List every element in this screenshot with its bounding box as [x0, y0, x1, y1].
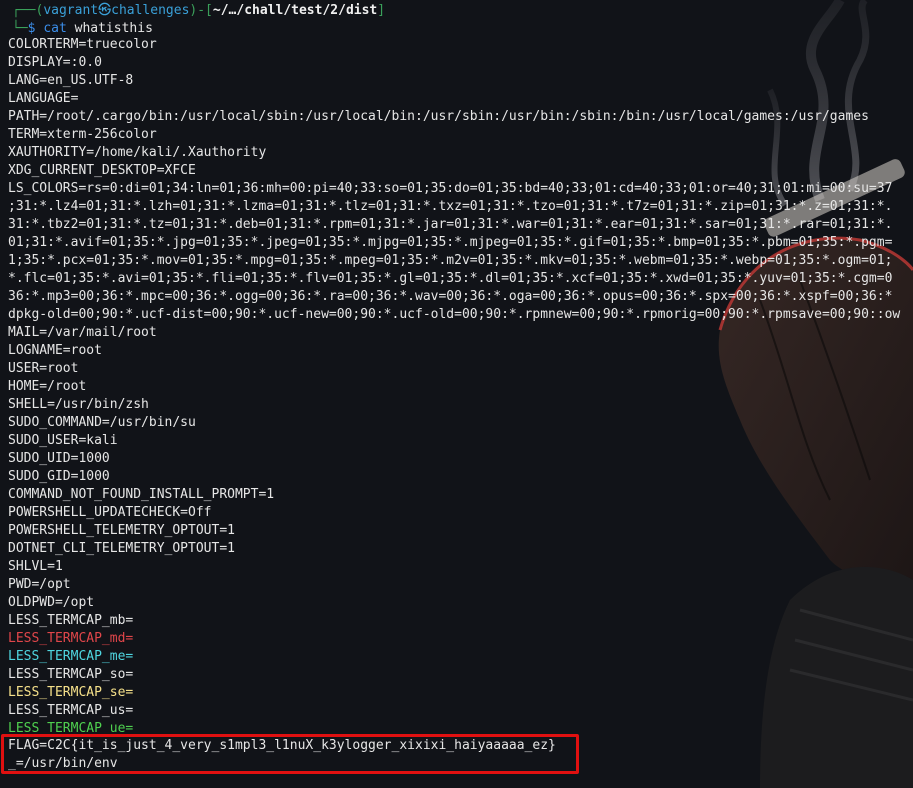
env-line: *.flc=01;35:*.avi=01;35:*.fli=01;35:*.fl… — [8, 271, 893, 286]
env-line: 36:*.mp3=00;36:*.mpc=00;36:*.ogg=00;36:*… — [8, 289, 893, 304]
env-line: LANGUAGE= — [8, 91, 79, 106]
env-line: LESS_TERMCAP_me= — [8, 649, 134, 664]
prompt-line: ┌──(vagrant㉿challenges)-[~/…/chall/test/… — [12, 3, 386, 18]
command-name: cat — [43, 21, 67, 36]
env-line: LANG=en_US.UTF-8 — [8, 73, 134, 88]
env-line: USER=root — [8, 361, 79, 376]
prompt-at-symbol: ㉿ — [98, 3, 112, 18]
terminal-window[interactable]: ┌──(vagrant㉿challenges)-[~/…/chall/test/… — [0, 0, 913, 788]
env-line: 31:*.tbz2=01;31:*.tz=01;31:*.deb=01;31:*… — [8, 217, 893, 232]
prompt-path: ~/…/chall/test/2/dist — [212, 3, 378, 18]
env-line: DISPLAY=:0.0 — [8, 55, 102, 70]
env-line: SUDO_GID=1000 — [8, 469, 110, 484]
env-line: HOME=/root — [8, 379, 87, 394]
env-line: SUDO_UID=1000 — [8, 451, 110, 466]
env-line: 1;35:*.pcx=01;35:*.mov=01;35:*.mpg=01;35… — [8, 253, 893, 268]
flag-highlight-box — [1, 734, 579, 774]
env-line: XAUTHORITY=/home/kali/.Xauthority — [8, 145, 267, 160]
env-line: LESS_TERMCAP_us= — [8, 703, 134, 718]
env-line: POWERSHELL_UPDATECHECK=Off — [8, 505, 212, 520]
env-line: LS_COLORS=rs=0:di=01;34:ln=01;36:mh=00:p… — [8, 181, 893, 196]
env-line: ;31:*.lz4=01;31:*.lzh=01;31:*.lzma=01;31… — [8, 199, 893, 214]
env-line: SUDO_COMMAND=/usr/bin/su — [8, 415, 196, 430]
prompt-dollar: $ — [27, 21, 36, 36]
env-line: LESS_TERMCAP_so= — [8, 667, 134, 682]
command-argument: whatisthis — [74, 21, 153, 36]
env-line: PATH=/root/.cargo/bin:/usr/local/sbin:/u… — [8, 109, 869, 124]
env-line: DOTNET_CLI_TELEMETRY_OPTOUT=1 — [8, 541, 235, 556]
env-line: SUDO_USER=kali — [8, 433, 118, 448]
env-line: LESS_TERMCAP_se= — [8, 685, 134, 700]
env-line: XDG_CURRENT_DESKTOP=XFCE — [8, 163, 196, 178]
env-line: COLORTERM=truecolor — [8, 37, 157, 52]
env-line: OLDPWD=/opt — [8, 595, 95, 610]
env-line: 01;31:*.avif=01;35:*.jpg=01;35:*.jpeg=01… — [8, 235, 893, 250]
env-line: COMMAND_NOT_FOUND_INSTALL_PROMPT=1 — [8, 487, 275, 502]
env-line: PWD=/opt — [8, 577, 71, 592]
env-line: SHELL=/usr/bin/zsh — [8, 397, 149, 412]
prompt-host: challenges — [111, 3, 190, 18]
env-line: SHLVL=1 — [8, 559, 63, 574]
env-line: dpkg-old=00;90:*.ucf-dist=00;90:*.ucf-ne… — [8, 307, 901, 322]
env-line: POWERSHELL_TELEMETRY_OPTOUT=1 — [8, 523, 235, 538]
env-line: MAIL=/var/mail/root — [8, 325, 157, 340]
env-line: TERM=xterm-256color — [8, 127, 157, 142]
env-line: LESS_TERMCAP_mb= — [8, 613, 134, 628]
env-line: LESS_TERMCAP_md= — [8, 631, 134, 646]
env-line: LOGNAME=root — [8, 343, 102, 358]
prompt-user: vagrant — [43, 3, 99, 18]
